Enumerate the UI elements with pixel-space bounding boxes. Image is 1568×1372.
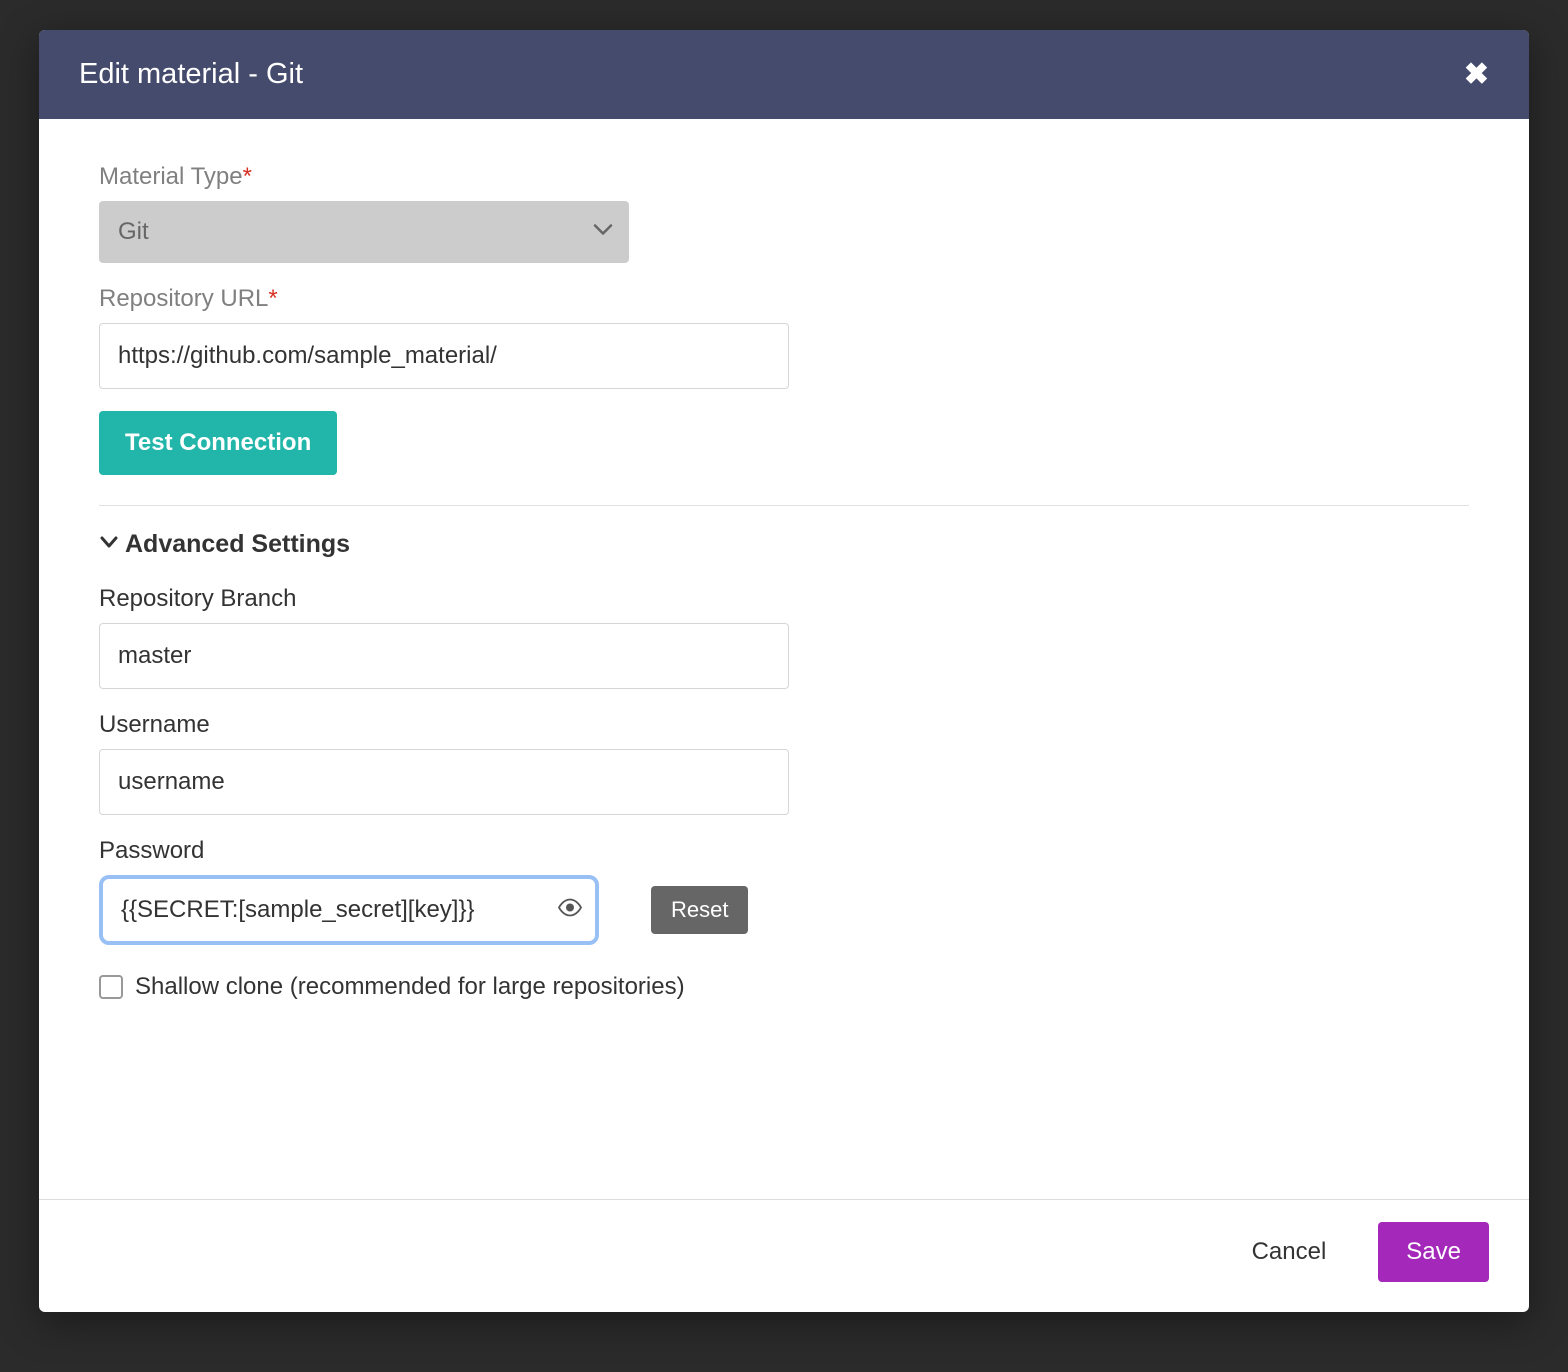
chevron-down-icon bbox=[99, 530, 119, 559]
reset-button[interactable]: Reset bbox=[651, 886, 748, 934]
shallow-clone-label: Shallow clone (recommended for large rep… bbox=[135, 973, 685, 1001]
advanced-settings-toggle[interactable]: Advanced Settings bbox=[99, 530, 1469, 559]
divider bbox=[99, 505, 1469, 506]
shallow-clone-checkbox[interactable] bbox=[99, 975, 123, 999]
test-connection-button[interactable]: Test Connection bbox=[99, 411, 337, 475]
username-label: Username bbox=[99, 711, 1469, 739]
password-input[interactable] bbox=[99, 875, 599, 945]
repo-url-group: Repository URL* bbox=[99, 285, 1469, 389]
material-type-select[interactable]: Git bbox=[99, 201, 629, 263]
modal-backdrop: Edit material - Git ✖ Material Type* Git… bbox=[0, 0, 1568, 1372]
material-type-select-wrap: Git bbox=[99, 201, 629, 263]
close-icon[interactable]: ✖ bbox=[1464, 60, 1489, 90]
branch-input[interactable] bbox=[99, 623, 789, 689]
repo-url-label: Repository URL* bbox=[99, 285, 1469, 313]
modal-body: Material Type* Git Repository URL* Test … bbox=[39, 119, 1529, 1199]
material-type-group: Material Type* Git bbox=[99, 163, 1469, 263]
repo-url-input[interactable] bbox=[99, 323, 789, 389]
advanced-settings-label: Advanced Settings bbox=[125, 530, 350, 559]
password-group: Password Reset bbox=[99, 837, 1469, 945]
modal-header: Edit material - Git ✖ bbox=[39, 30, 1529, 119]
branch-label: Repository Branch bbox=[99, 585, 1469, 613]
material-type-label-text: Material Type bbox=[99, 163, 243, 190]
edit-material-modal: Edit material - Git ✖ Material Type* Git… bbox=[39, 30, 1529, 1312]
save-button[interactable]: Save bbox=[1378, 1222, 1489, 1282]
username-group: Username bbox=[99, 711, 1469, 815]
eye-icon[interactable] bbox=[557, 899, 583, 922]
cancel-button[interactable]: Cancel bbox=[1230, 1222, 1349, 1282]
modal-footer: Cancel Save bbox=[39, 1199, 1529, 1312]
modal-title: Edit material - Git bbox=[79, 58, 303, 91]
password-row: Reset bbox=[99, 875, 1469, 945]
material-type-label: Material Type* bbox=[99, 163, 1469, 191]
required-asterisk: * bbox=[243, 163, 252, 190]
repo-url-label-text: Repository URL bbox=[99, 285, 268, 312]
password-label: Password bbox=[99, 837, 1469, 865]
required-asterisk: * bbox=[268, 285, 277, 312]
username-input[interactable] bbox=[99, 749, 789, 815]
branch-group: Repository Branch bbox=[99, 585, 1469, 689]
test-connection-group: Test Connection bbox=[99, 411, 1469, 475]
shallow-clone-row: Shallow clone (recommended for large rep… bbox=[99, 973, 1469, 1001]
password-input-wrap bbox=[99, 875, 599, 945]
